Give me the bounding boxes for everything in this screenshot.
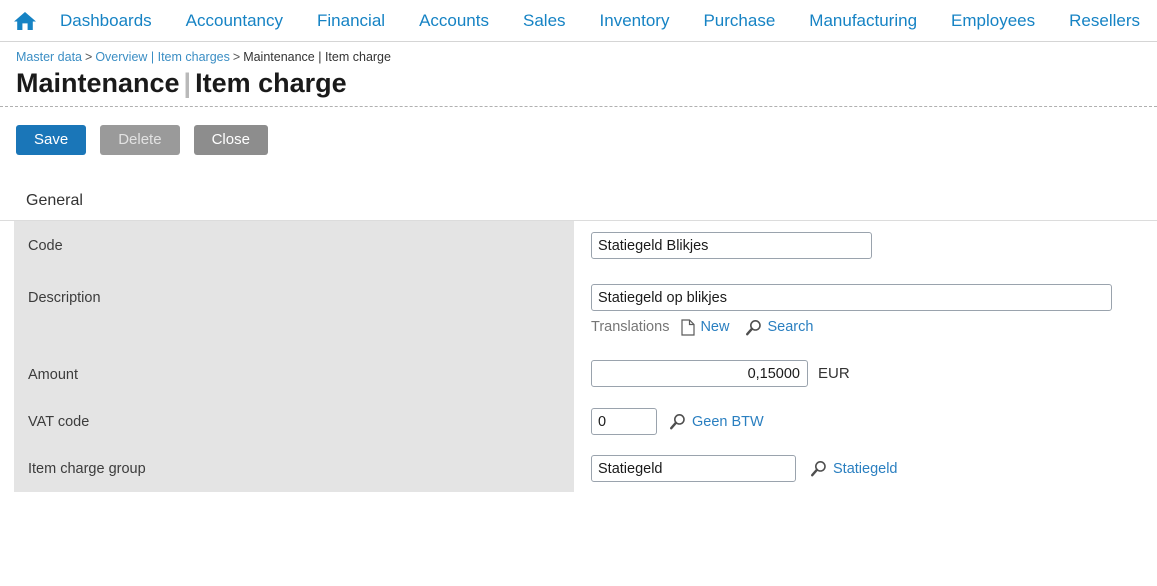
translations-search-link[interactable]: Search [767,318,813,336]
vat-code-lookup-link[interactable]: Geen BTW [692,413,764,431]
label-vat-code: VAT code [28,414,90,430]
save-button[interactable]: Save [16,125,87,155]
field-vat-code: Geen BTW [591,408,764,435]
breadcrumb-item-overview-item-charges[interactable]: Overview | Item charges [95,50,230,64]
nav-item-sales[interactable]: Sales [523,11,566,31]
delete-button[interactable]: Delete [100,125,180,155]
page-title-right: Item charge [195,68,347,98]
breadcrumb-item-current: Maintenance | Item charge [243,50,391,64]
nav-item-inventory[interactable]: Inventory [600,11,670,31]
nav-item-financial[interactable]: Financial [317,11,385,31]
label-description: Description [28,290,101,306]
form-label-panel [14,221,574,492]
label-amount: Amount [28,367,78,383]
action-toolbar: Save Delete Close [0,107,1157,155]
item-charge-group-lookup-link[interactable]: Statiegeld [833,460,898,478]
translations-label: Translations [591,319,670,335]
page-title-left: Maintenance [16,68,180,98]
field-item-charge-group: Statiegeld [591,455,898,482]
label-code: Code [28,238,63,254]
nav-item-dashboards[interactable]: Dashboards [60,11,152,31]
amount-currency-label: EUR [818,365,850,382]
close-button[interactable]: Close [193,125,268,155]
item-charge-group-lookup-magnifier-icon[interactable] [810,460,827,477]
breadcrumb-item-master-data[interactable]: Master data [16,50,82,64]
section-heading-general: General [26,192,83,209]
nav-item-accounts[interactable]: Accounts [419,11,489,31]
vat-code-input[interactable] [591,408,657,435]
breadcrumb-separator: > [232,50,241,64]
code-input[interactable] [591,232,872,259]
breadcrumb-separator: > [85,50,93,64]
nav-item-resellers[interactable]: Resellers [1069,11,1140,31]
page-title-divider: | [183,68,192,98]
vat-code-lookup-magnifier-icon[interactable] [669,413,686,430]
item-charge-group-input[interactable] [591,455,796,482]
page-title: Maintenance | Item charge [16,66,1157,100]
description-input[interactable] [591,284,1112,311]
translations-actions: Translations New Search [591,318,813,336]
magnifier-icon[interactable] [745,319,762,336]
page-header: Master data > Overview | Item charges > Main… [0,42,1157,100]
field-code [591,232,872,259]
breadcrumb: Master data > Overview | Item charges > Main… [16,50,1157,65]
nav-item-manufacturing[interactable]: Manufacturing [809,11,917,31]
new-document-icon[interactable] [681,318,696,336]
field-description [591,284,1112,311]
home-icon[interactable] [12,8,38,34]
field-amount: EUR [591,360,850,387]
nav-item-purchase[interactable]: Purchase [703,11,775,31]
nav-item-employees[interactable]: Employees [951,11,1035,31]
label-item-charge-group: Item charge group [28,461,146,477]
translations-new-link[interactable]: New [700,318,729,336]
nav-item-accountancy[interactable]: Accountancy [186,11,283,31]
top-navigation-bar: Dashboards Accountancy Financial Account… [0,0,1157,42]
amount-input[interactable] [591,360,808,387]
